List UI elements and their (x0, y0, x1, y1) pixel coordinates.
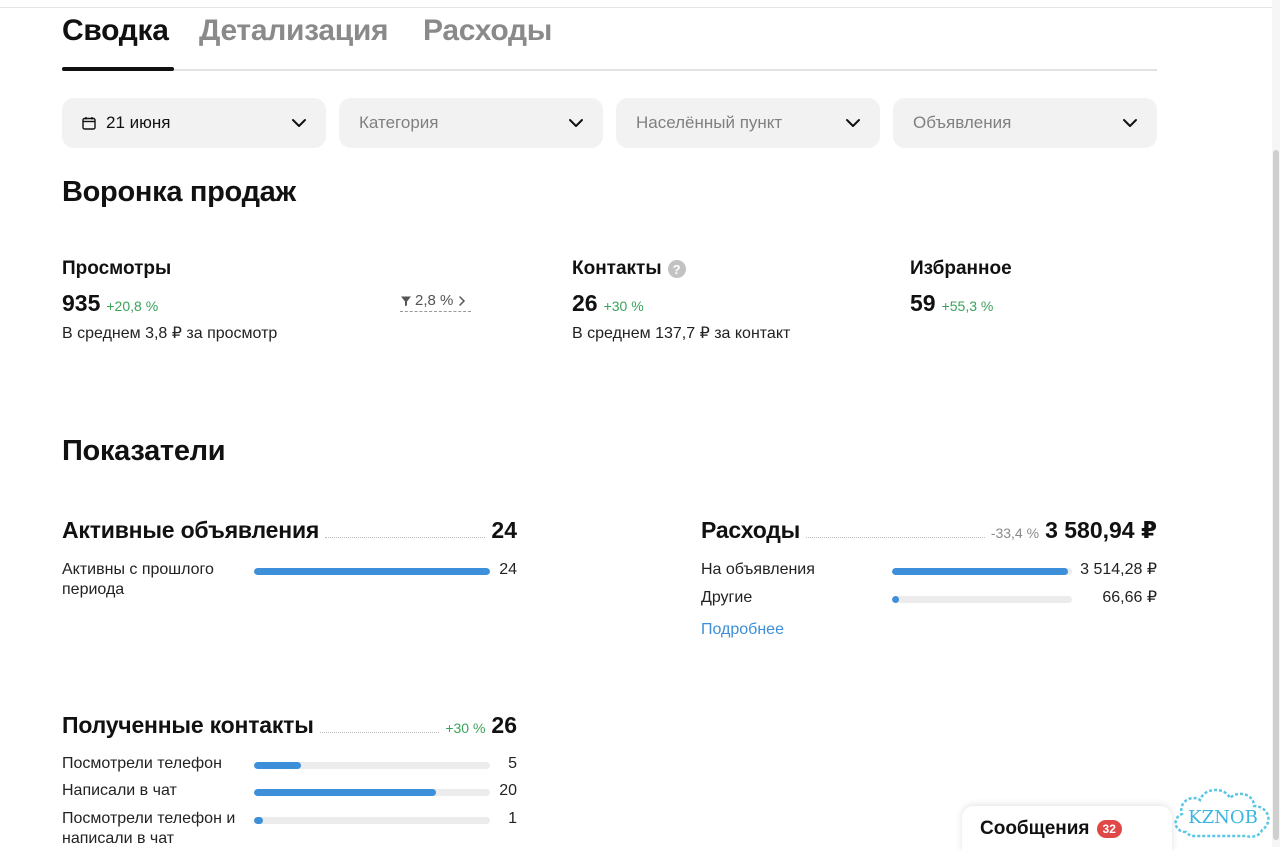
location-filter-placeholder: Населённый пункт (636, 113, 783, 132)
favorites-value: 59 (910, 290, 936, 316)
views-average: В среднем 3,8 ₽ за просмотр (62, 325, 278, 342)
views-label: Просмотры (62, 258, 172, 279)
chevron-down-icon (569, 119, 583, 127)
location-filter[interactable]: Населённый пункт (616, 98, 880, 148)
funnel-icon (401, 296, 411, 306)
svg-text:KZNOB: KZNOB (1188, 807, 1258, 828)
progress-fill (254, 817, 264, 824)
views-delta: +20,8 % (106, 298, 159, 314)
progress-bar (254, 762, 490, 769)
row-value: 66,66 ₽ (1102, 589, 1157, 606)
progress-bar (254, 789, 490, 796)
active-ads-header: Активные объявления 24 (62, 514, 517, 544)
row-label: На объявления (701, 561, 815, 578)
row-label: Написали в чат (62, 782, 177, 799)
list-item: Другие 66,66 ₽ (701, 588, 1157, 610)
help-icon[interactable]: ? (667, 260, 686, 278)
date-filter-value: 21 июня (106, 113, 171, 132)
progress-fill (254, 568, 490, 575)
progress-bar (254, 568, 490, 575)
views-metric: Просмотры 935 +20,8 % В среднем 3,8 ₽ за… (62, 258, 277, 343)
contacts-average: В среднем 137,7 ₽ за контакт (572, 325, 791, 342)
ads-filter-placeholder: Объявления (913, 113, 1012, 132)
category-filter[interactable]: Категория (339, 98, 603, 148)
ads-filter[interactable]: Объявления (893, 98, 1157, 148)
favorites-metric: Избранное 59 +55,3 % (910, 258, 1012, 317)
progress-fill (892, 568, 1069, 575)
unread-count-badge: 32 (1096, 819, 1122, 838)
tab-bar-divider (62, 69, 1157, 71)
conversion-value: 2,8 % (415, 292, 454, 309)
row-label: Другие (701, 589, 753, 606)
chevron-down-icon (292, 119, 306, 127)
row-value: 20 (499, 782, 517, 799)
active-ads-title: Активные объявления (62, 517, 320, 543)
received-contacts-total: 26 (491, 712, 517, 738)
list-item: Написали в чат 20 (62, 781, 517, 803)
date-filter[interactable]: 21 июня (62, 98, 326, 148)
progress-fill (254, 789, 436, 796)
progress-bar (892, 568, 1072, 575)
contacts-value: 26 (572, 290, 598, 316)
funnel-title: Воронка продаж (62, 176, 296, 208)
chevron-down-icon (846, 119, 860, 127)
contacts-metric: Контакты ? 26 +30 % В среднем 137,7 ₽ за… (572, 258, 790, 343)
row-label: Посмотрели телефон (62, 755, 222, 772)
contacts-label: Контакты (572, 258, 662, 279)
category-filter-placeholder: Категория (359, 113, 439, 132)
indicators-title: Показатели (62, 435, 226, 467)
expenses-delta: -33,4 % (990, 525, 1040, 541)
list-item: Посмотрели телефон и написали в чат 1 (62, 809, 517, 847)
dotted-leader (325, 537, 486, 538)
views-value: 935 (62, 290, 101, 316)
list-item: На объявления 3 514,28 ₽ (701, 560, 1157, 582)
row-value: 24 (499, 561, 517, 578)
active-ads-total: 24 (491, 517, 517, 543)
scrollbar-thumb[interactable] (1273, 150, 1279, 840)
messages-button[interactable]: Сообщения 32 (962, 806, 1172, 851)
tab-bar: Сводка Детализация Расходы (62, 14, 1157, 72)
scrollbar[interactable] (1272, 0, 1280, 847)
row-label: Посмотрели телефон и написали в чат (62, 810, 236, 847)
row-label: Активны с прошлого периода (62, 561, 214, 598)
dotted-leader (319, 732, 440, 733)
list-item: Активны с прошлого периода 24 (62, 560, 517, 604)
active-tab-underline (62, 67, 174, 71)
progress-bar (892, 596, 1072, 603)
tab-summary[interactable]: Сводка (62, 14, 169, 48)
contacts-delta: +30 % (603, 298, 644, 314)
progress-fill (254, 762, 302, 769)
favorites-label: Избранное (910, 258, 1012, 279)
chevron-down-icon (1123, 119, 1137, 127)
kznob-cloud-logo: KZNOB (1174, 788, 1270, 838)
row-value: 1 (508, 810, 517, 827)
row-value: 3 514,28 ₽ (1080, 561, 1157, 578)
list-item: Посмотрели телефон 5 (62, 754, 517, 776)
received-contacts-delta: +30 % (445, 720, 486, 736)
expenses-title: Расходы (701, 517, 801, 543)
conversion-link[interactable]: 2,8 % (400, 292, 472, 312)
tab-expenses[interactable]: Расходы (423, 14, 552, 48)
chevron-right-icon (459, 295, 466, 306)
expenses-total: 3 580,94 ₽ (1045, 517, 1157, 543)
messages-label: Сообщения (980, 817, 1090, 839)
progress-fill (892, 596, 900, 603)
progress-bar (254, 817, 490, 824)
dotted-leader (806, 537, 985, 538)
expenses-header: Расходы -33,4 % 3 580,94 ₽ (701, 514, 1157, 544)
received-contacts-title: Полученные контакты (62, 712, 314, 738)
contacts-header: Полученные контакты +30 % 26 (62, 709, 517, 739)
favorites-delta: +55,3 % (941, 298, 994, 314)
row-value: 5 (508, 755, 517, 772)
tab-details[interactable]: Детализация (199, 14, 389, 48)
calendar-icon (82, 117, 96, 130)
top-divider (0, 7, 1280, 8)
more-details-link[interactable]: Подробнее (701, 621, 784, 639)
